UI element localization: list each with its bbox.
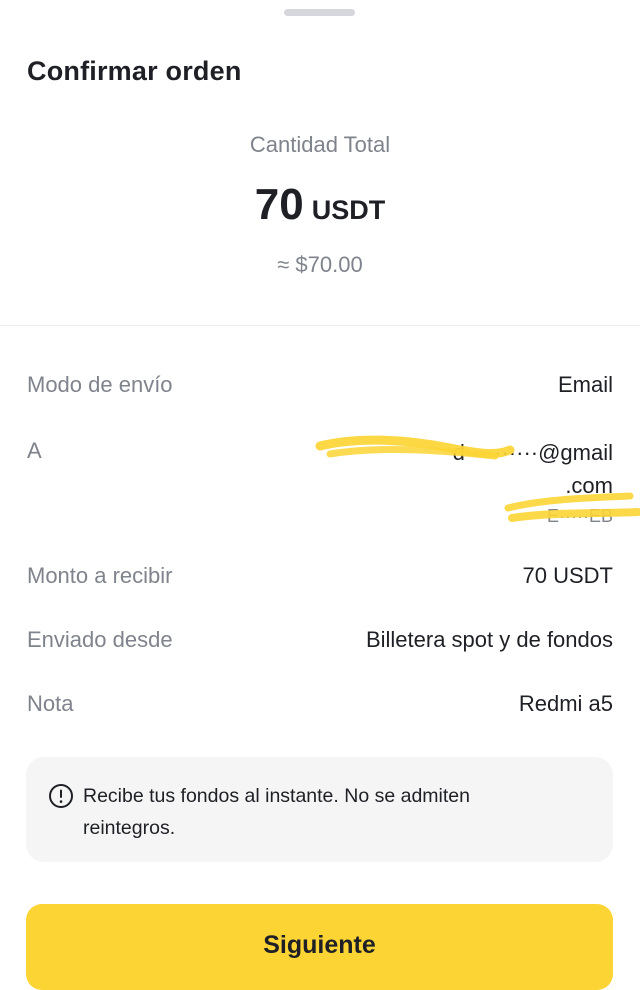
info-notice: Recibe tus fondos al instante. No se adm… [26,757,613,862]
confirm-order-sheet: Confirmar orden Cantidad Total 70 USDT ≈ … [0,0,640,990]
total-amount-value: 70 [254,180,304,229]
info-notice-text: Recibe tus fondos al instante. No se adm… [83,785,470,839]
send-mode-label: Modo de envío [27,372,173,397]
info-circle-icon [49,784,73,808]
fiat-estimate: ≈ $70.00 [277,252,363,277]
note-value: Redmi a5 [518,691,613,716]
total-amount-label: Cantidad Total [249,132,391,157]
total-amount-currency: USDT [311,195,386,225]
sent-from-label: Enviado desde [27,627,173,652]
page-title: Confirmar orden [27,56,242,86]
divider [0,325,640,326]
next-button[interactable]: Siguiente [26,904,613,990]
recipient-extra: E·····EB [547,506,613,526]
recipient-label: A [27,438,42,463]
total-amount: 70 USDT [0,180,640,230]
recipient-email-line1: d··········@gmail [452,440,613,465]
note-label: Nota [27,691,74,716]
send-mode-value: Email [557,372,613,397]
receive-amount-value: 70 USDT [522,563,613,588]
recipient-email: d··········@gmail .com E·····EB [293,436,613,528]
recipient-email-line2: .com [565,473,613,498]
receive-amount-label: Monto a recibir [27,563,173,588]
drag-handle[interactable] [284,9,355,16]
sent-from-value: Billetera spot y de fondos [365,627,613,652]
